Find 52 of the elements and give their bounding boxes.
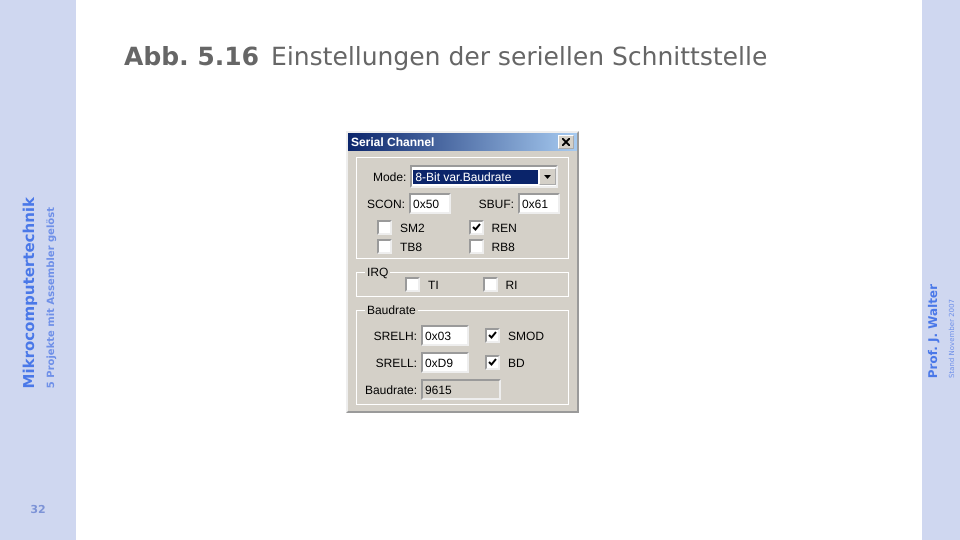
checkbox-box[interactable]: [485, 328, 500, 343]
checkbox-box[interactable]: [377, 220, 392, 235]
checkbox-box[interactable]: [485, 355, 500, 370]
caret-icon: [544, 174, 552, 178]
check-icon: [488, 331, 497, 340]
register-field[interactable]: 0x61: [518, 193, 560, 214]
page-number: 32: [30, 503, 46, 516]
mode-label: Mode:: [373, 170, 406, 184]
figure-number: Abb. 5.16: [124, 42, 260, 71]
baudrate-field-label: SRELL:: [374, 356, 417, 370]
checkbox[interactable]: BD: [485, 355, 525, 370]
checkbox-label: RI: [506, 278, 518, 292]
group-title: Baudrate: [366, 303, 417, 317]
checkbox[interactable]: TB8: [377, 239, 468, 254]
close-button[interactable]: [558, 135, 574, 149]
checkbox-label: REN: [492, 220, 517, 234]
value-field[interactable]: 0xD9: [421, 352, 469, 373]
mode-dropdown[interactable]: 8-Bit var.Baudrate: [410, 165, 558, 188]
register-label: SCON:: [367, 196, 406, 210]
checkbox[interactable]: TI: [405, 277, 482, 292]
dropdown-button[interactable]: [539, 168, 556, 185]
register-label: SBUF:: [478, 196, 514, 210]
baudrate-field-label: Baudrate:: [365, 382, 417, 396]
close-icon: [562, 138, 570, 146]
chapter-title: 5 Projekte mit Assembler gelöst: [46, 206, 56, 388]
checkbox-label: TI: [428, 278, 439, 292]
checkbox-label: SM2: [400, 220, 425, 234]
checkbox-label: BD: [508, 356, 525, 370]
checkbox[interactable]: SMOD: [485, 328, 544, 343]
course-title: Mikrocomputertechnik: [20, 196, 38, 388]
checkbox[interactable]: REN: [468, 220, 560, 235]
checkbox[interactable]: SM2: [377, 220, 468, 235]
checkbox-box[interactable]: [468, 220, 484, 235]
author-name: Prof. J. Walter: [926, 284, 940, 378]
checkbox-label: TB8: [400, 240, 422, 254]
slide-title: Einstellungen der seriellen Schnittstelle: [271, 42, 768, 71]
group-title: IRQ: [366, 265, 390, 279]
checkbox-box[interactable]: [405, 277, 420, 292]
checkbox[interactable]: RI: [482, 277, 560, 292]
checkbox-label: RB8: [492, 240, 515, 254]
value-field[interactable]: 9615: [421, 379, 501, 400]
checkbox-box[interactable]: [377, 239, 392, 254]
window-title: Serial Channel: [351, 135, 434, 149]
checkbox-box[interactable]: [482, 277, 498, 292]
checkbox[interactable]: RB8: [468, 239, 560, 254]
check-icon: [472, 223, 480, 232]
check-icon: [488, 358, 497, 367]
register-field[interactable]: 0x50: [409, 193, 452, 214]
checkbox-box[interactable]: [468, 239, 484, 254]
value-field[interactable]: 0x03: [421, 325, 469, 346]
checkbox-label: SMOD: [508, 328, 544, 342]
baudrate-field-label: SRELH:: [372, 328, 417, 342]
